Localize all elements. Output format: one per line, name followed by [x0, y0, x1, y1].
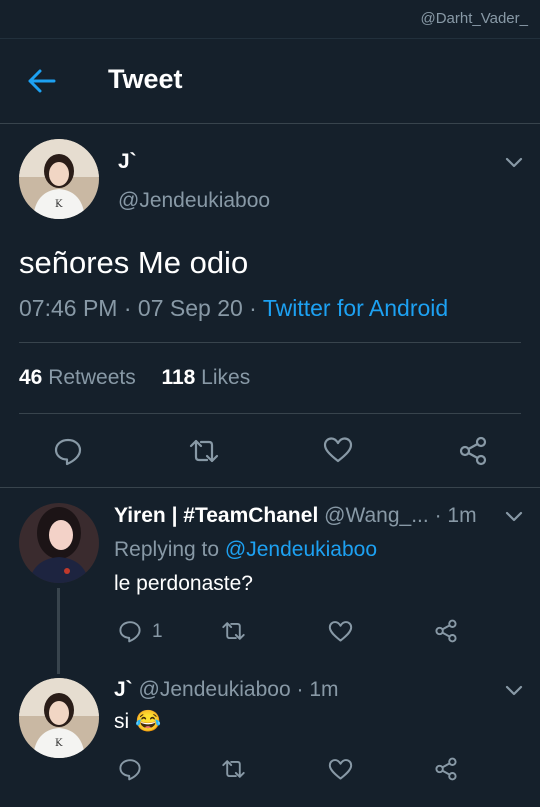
reply-text-body: si: [114, 710, 130, 733]
svg-text:K: K: [55, 199, 63, 210]
replying-to-label: Replying to: [114, 538, 220, 561]
reply-text: si 😂: [114, 710, 161, 734]
laughing-crying-emoji: 😂: [135, 710, 162, 733]
svg-text:K: K: [55, 738, 63, 749]
author-handle[interactable]: @Jendeukiaboo: [118, 189, 270, 213]
retweet-icon[interactable]: [220, 620, 247, 642]
retweets-stat[interactable]: 46 Retweets: [19, 366, 142, 389]
likes-count: 118: [161, 366, 196, 389]
meta-separator: ·: [123, 295, 132, 321]
reply-count: 1: [152, 621, 163, 642]
divider: [19, 413, 521, 414]
reply-header: J` @Jendeukiaboo · 1m: [114, 678, 339, 702]
reply-handle[interactable]: @Jendeukiaboo: [139, 678, 291, 701]
reply-avatar[interactable]: [19, 503, 99, 583]
reply-text: le perdonaste?: [114, 572, 253, 595]
author-avatar[interactable]: K: [19, 139, 99, 219]
retweet-icon[interactable]: [220, 758, 247, 780]
retweets-label: Retweets: [48, 366, 136, 389]
reply-header: Yiren | #TeamChanel @Wang_... · 1m: [114, 504, 477, 528]
share-icon[interactable]: [458, 436, 488, 466]
chevron-down-icon[interactable]: [505, 684, 523, 696]
reply-separator: ·: [434, 504, 442, 527]
replying-to: Replying to @Jendeukiaboo: [114, 538, 377, 562]
thread-line: [57, 588, 60, 674]
reply-time: 1m: [447, 504, 477, 527]
reply-display-name[interactable]: Yiren | #TeamChanel: [114, 504, 318, 527]
page-title: Tweet: [108, 64, 183, 94]
tweet-source-link[interactable]: Twitter for Android: [263, 295, 448, 321]
watermark-text: @Darht_Vader_: [420, 10, 528, 27]
reply-display-name[interactable]: J`: [114, 678, 133, 701]
reply-avatar[interactable]: K: [19, 678, 99, 758]
chevron-down-icon[interactable]: [505, 156, 523, 168]
likes-label: Likes: [201, 366, 251, 389]
share-icon[interactable]: [434, 757, 458, 781]
tweet-date: 07 Sep 20: [137, 295, 243, 321]
replying-to-handle[interactable]: @Jendeukiaboo: [225, 538, 377, 561]
meta-separator: ·: [249, 295, 257, 321]
tweet-meta: 07:46 PM · 07 Sep 20 · Twitter for Andro…: [19, 295, 448, 322]
author-display-name[interactable]: J`: [118, 150, 137, 174]
divider: [19, 342, 521, 343]
like-icon[interactable]: [323, 436, 353, 464]
tweet-stats: 46 Retweets 118 Likes: [19, 366, 250, 390]
like-icon[interactable]: [328, 758, 353, 781]
top-app-bar: Tweet: [0, 38, 540, 124]
watermark-bar: @Darht_Vader_: [0, 0, 540, 38]
reply-handle[interactable]: @Wang_...: [324, 504, 429, 527]
reply-separator: ·: [296, 678, 304, 701]
back-arrow-icon[interactable]: [26, 67, 58, 95]
divider: [0, 487, 540, 488]
chevron-down-icon[interactable]: [505, 510, 523, 522]
reply-time: 1m: [309, 678, 339, 701]
reply-icon[interactable]: [118, 757, 142, 781]
like-icon[interactable]: [328, 620, 353, 643]
reply-icon[interactable]: [53, 436, 83, 466]
retweets-count: 46: [19, 366, 43, 389]
reply-icon[interactable]: [118, 619, 142, 643]
tweet-time: 07:46 PM: [19, 295, 118, 321]
tweet-text: señores Me odio: [19, 245, 249, 280]
retweet-icon[interactable]: [188, 437, 220, 465]
likes-stat[interactable]: 118 Likes: [161, 366, 250, 389]
share-icon[interactable]: [434, 619, 458, 643]
